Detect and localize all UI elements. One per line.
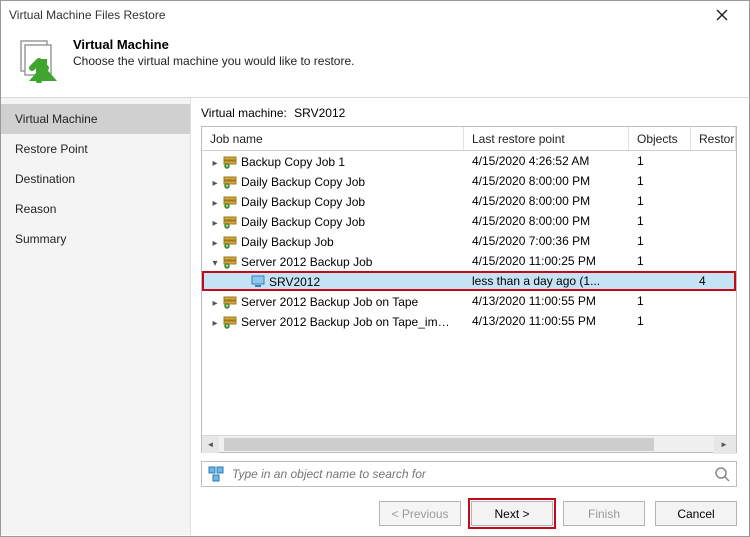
- step-label: Restore Point: [15, 142, 88, 156]
- grid-row-vm[interactable]: SRV2012 less than a day ago (1... 4: [202, 271, 736, 291]
- row-last-restore-point: less than a day ago (1...: [464, 274, 629, 288]
- tree-toggle-icon[interactable]: ▸: [210, 298, 220, 309]
- column-last-restore-point[interactable]: Last restore point: [464, 127, 629, 150]
- tree-toggle-icon[interactable]: ▾: [210, 258, 220, 269]
- row-last-restore-point: 4/13/2020 11:00:55 PM: [464, 294, 629, 308]
- wizard-header: Virtual Machine Choose the virtual machi…: [1, 29, 749, 98]
- restore-icon: [15, 37, 61, 83]
- grid-row-job[interactable]: ▸ Server 2012 Backup Job on Tape 4/13/2020…: [202, 291, 736, 311]
- row-last-restore-point: 4/15/2020 8:00:00 PM: [464, 214, 629, 228]
- row-objects: 1: [629, 194, 691, 208]
- header-text: Virtual Machine Choose the virtual machi…: [73, 37, 354, 68]
- grid-header: Job name Last restore point Objects Rest…: [202, 127, 736, 151]
- row-last-restore-point: 4/15/2020 7:00:36 PM: [464, 234, 629, 248]
- row-objects: 1: [629, 174, 691, 188]
- titlebar: Virtual Machine Files Restore: [1, 1, 749, 29]
- step-label: Reason: [15, 202, 56, 216]
- step-virtual-machine[interactable]: Virtual Machine: [1, 104, 190, 134]
- wizard-body: Virtual Machine Restore Point Destinatio…: [1, 98, 749, 535]
- step-label: Summary: [15, 232, 66, 246]
- grid-row-job[interactable]: ▸ Daily Backup Copy Job 4/15/2020 8:00:00 …: [202, 211, 736, 231]
- grid-row-job[interactable]: ▾ Server 2012 Backup Job 4/15/2020 11:00:2…: [202, 251, 736, 271]
- backup-job-icon: [222, 173, 238, 189]
- grid-row-job[interactable]: ▸ Daily Backup Copy Job 4/15/2020 8:00:00 …: [202, 171, 736, 191]
- tree-toggle-icon[interactable]: ▸: [210, 318, 220, 329]
- column-objects[interactable]: Objects: [629, 127, 691, 150]
- virtual-machine-line: Virtual machine: SRV2012: [201, 106, 737, 120]
- backup-job-icon: [222, 213, 238, 229]
- close-icon: [716, 9, 728, 21]
- backup-job-icon: [222, 313, 238, 329]
- grid-row-job[interactable]: ▸ Backup Copy Job 1 4/15/2020 4:26:52 AM1: [202, 151, 736, 171]
- backup-job-icon: [222, 193, 238, 209]
- search-input[interactable]: [230, 466, 708, 482]
- object-picker-icon[interactable]: [208, 466, 224, 482]
- step-label: Virtual Machine: [15, 112, 98, 126]
- header-title: Virtual Machine: [73, 37, 354, 52]
- column-restore-points[interactable]: Restore poin: [691, 127, 736, 150]
- row-name: Server 2012 Backup Job on Tape: [241, 295, 418, 309]
- row-name: Daily Backup Copy Job: [241, 195, 365, 209]
- step-reason[interactable]: Reason: [1, 194, 190, 224]
- wizard-footer: < Previous Next > Finish Cancel: [201, 501, 737, 526]
- vm-value: SRV2012: [294, 106, 345, 120]
- jobs-grid: Job name Last restore point Objects Rest…: [201, 126, 737, 453]
- vm-icon: [250, 273, 266, 289]
- tree-toggle-icon[interactable]: ▸: [210, 178, 220, 189]
- search-box[interactable]: [201, 461, 737, 487]
- next-button[interactable]: Next >: [471, 501, 553, 526]
- row-objects: 1: [629, 234, 691, 248]
- row-objects: 1: [629, 154, 691, 168]
- grid-row-job[interactable]: ▸ Daily Backup Copy Job 4/15/2020 8:00:00 …: [202, 191, 736, 211]
- tree-toggle-icon[interactable]: ▸: [210, 158, 220, 169]
- row-name: Backup Copy Job 1: [241, 155, 345, 169]
- grid-row-job[interactable]: ▸ Daily Backup Job 4/15/2020 7:00:36 PM1: [202, 231, 736, 251]
- search-icon[interactable]: [714, 466, 730, 482]
- row-name: Daily Backup Job: [241, 235, 334, 249]
- step-label: Destination: [15, 172, 75, 186]
- tree-toggle-icon[interactable]: ▸: [210, 198, 220, 209]
- step-summary[interactable]: Summary: [1, 224, 190, 254]
- row-name: Daily Backup Copy Job: [241, 215, 365, 229]
- backup-job-icon: [222, 253, 238, 269]
- horizontal-scrollbar[interactable]: ◄ ►: [202, 435, 736, 452]
- row-last-restore-point: 4/15/2020 8:00:00 PM: [464, 194, 629, 208]
- row-objects: 1: [629, 214, 691, 228]
- tree-toggle-icon[interactable]: ▸: [210, 238, 220, 249]
- row-objects: 1: [629, 254, 691, 268]
- header-subtitle: Choose the virtual machine you would lik…: [73, 54, 354, 68]
- vm-label: Virtual machine:: [201, 106, 287, 120]
- row-objects: 1: [629, 294, 691, 308]
- wizard-steps-sidebar: Virtual Machine Restore Point Destinatio…: [1, 98, 191, 535]
- column-job-name[interactable]: Job name: [202, 127, 464, 150]
- row-name: Server 2012 Backup Job: [241, 255, 372, 269]
- right-pane: Virtual machine: SRV2012 Job name Last r…: [191, 98, 749, 535]
- scroll-thumb[interactable]: [224, 438, 654, 451]
- close-button[interactable]: [703, 2, 741, 28]
- step-destination[interactable]: Destination: [1, 164, 190, 194]
- row-last-restore-point: 4/13/2020 11:00:55 PM: [464, 314, 629, 328]
- backup-job-icon: [222, 153, 238, 169]
- row-last-restore-point: 4/15/2020 11:00:25 PM: [464, 254, 629, 268]
- row-name: SRV2012: [269, 275, 320, 289]
- backup-job-icon: [222, 233, 238, 249]
- row-objects: 1: [629, 314, 691, 328]
- row-restore-points: 4: [691, 274, 736, 288]
- row-last-restore-point: 4/15/2020 8:00:00 PM: [464, 174, 629, 188]
- scroll-left-icon[interactable]: ◄: [202, 436, 219, 453]
- row-name: Server 2012 Backup Job on Tape_imported: [241, 315, 464, 329]
- backup-job-icon: [222, 293, 238, 309]
- grid-body[interactable]: ▸Backup Copy Job 14/15/2020 4:26:52 AM1▸…: [202, 151, 736, 435]
- grid-row-job[interactable]: ▸ Server 2012 Backup Job on Tape_imported…: [202, 311, 736, 331]
- finish-button: Finish: [563, 501, 645, 526]
- window-title: Virtual Machine Files Restore: [9, 8, 166, 22]
- scroll-right-icon[interactable]: ►: [714, 436, 736, 454]
- tree-toggle-icon[interactable]: ▸: [210, 218, 220, 229]
- step-restore-point[interactable]: Restore Point: [1, 134, 190, 164]
- cancel-button[interactable]: Cancel: [655, 501, 737, 526]
- row-name: Daily Backup Copy Job: [241, 175, 365, 189]
- previous-button: < Previous: [379, 501, 461, 526]
- row-last-restore-point: 4/15/2020 4:26:52 AM: [464, 154, 629, 168]
